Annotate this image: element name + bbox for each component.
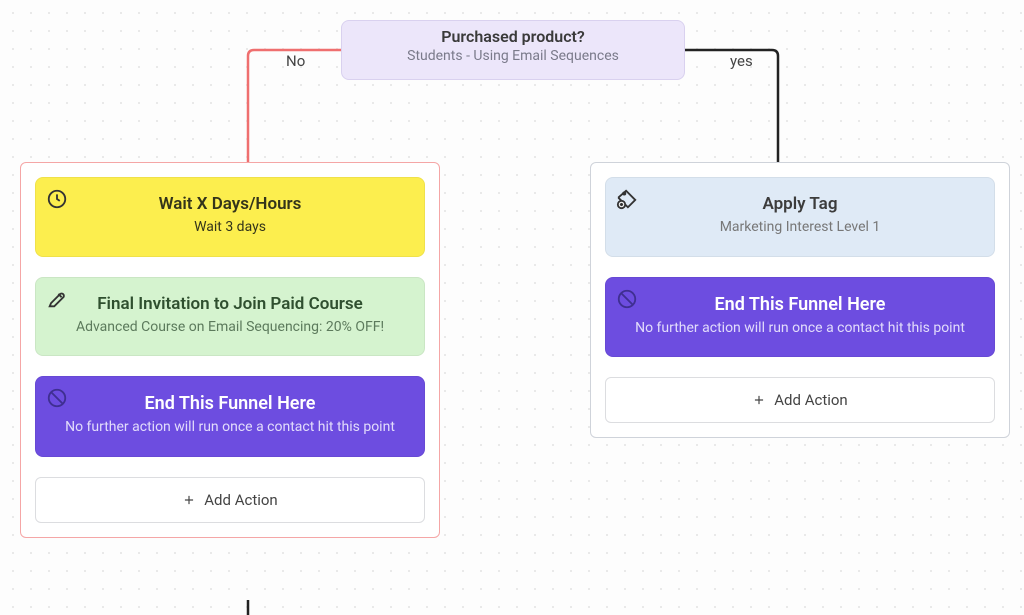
wait-subtitle: Wait 3 days xyxy=(54,218,406,238)
decision-title: Purchased product? xyxy=(342,27,684,46)
end-subtitle-left: No further action will run once a contac… xyxy=(54,418,406,438)
tag-subtitle: Marketing Interest Level 1 xyxy=(624,218,976,238)
end-title-right: End This Funnel Here xyxy=(624,294,976,315)
add-action-button-right[interactable]: Add Action xyxy=(605,377,995,423)
plus-icon xyxy=(182,493,196,507)
branch-label-no: No xyxy=(286,52,305,70)
end-subtitle-right: No further action will run once a contac… xyxy=(624,319,976,339)
ban-icon xyxy=(46,387,68,409)
yes-branch-column: Apply Tag Marketing Interest Level 1 End… xyxy=(590,162,1010,438)
email-subtitle: Advanced Course on Email Sequencing: 20%… xyxy=(54,318,406,338)
end-funnel-card-left[interactable]: End This Funnel Here No further action w… xyxy=(35,376,425,457)
decision-node[interactable]: Purchased product? Students - Using Emai… xyxy=(341,20,685,80)
add-action-label-left: Add Action xyxy=(204,491,277,509)
flow-canvas: No yes Purchased product? Students - Usi… xyxy=(0,0,1024,615)
email-title: Final Invitation to Join Paid Course xyxy=(54,294,406,314)
no-branch-column: Wait X Days/Hours Wait 3 days Final Invi… xyxy=(20,162,440,538)
add-action-label-right: Add Action xyxy=(774,391,847,409)
tag-plus-icon xyxy=(616,188,638,210)
ban-icon xyxy=(616,288,638,310)
end-funnel-card-right[interactable]: End This Funnel Here No further action w… xyxy=(605,277,995,358)
email-action-card[interactable]: Final Invitation to Join Paid Course Adv… xyxy=(35,277,425,357)
end-title-left: End This Funnel Here xyxy=(54,393,406,414)
compose-icon xyxy=(46,288,68,310)
wait-action-card[interactable]: Wait X Days/Hours Wait 3 days xyxy=(35,177,425,257)
plus-icon xyxy=(752,393,766,407)
tag-title: Apply Tag xyxy=(624,194,976,214)
wait-title: Wait X Days/Hours xyxy=(54,194,406,214)
branch-label-yes: yes xyxy=(730,52,753,70)
decision-subtitle: Students - Using Email Sequences xyxy=(342,48,684,64)
add-action-button-left[interactable]: Add Action xyxy=(35,477,425,523)
clock-icon xyxy=(46,188,68,210)
apply-tag-card[interactable]: Apply Tag Marketing Interest Level 1 xyxy=(605,177,995,257)
